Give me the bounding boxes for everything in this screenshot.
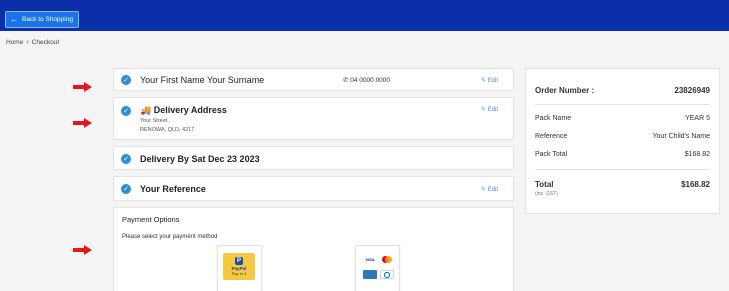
pack-total-value: $168.82 xyxy=(684,151,710,158)
reference-value: Your Child's Name xyxy=(652,133,711,140)
phone-number: ✆ 04 0000 0000 xyxy=(343,76,390,84)
edit-address-link[interactable]: ✎ Edit xyxy=(481,106,498,113)
address-street: Your Street , xyxy=(140,118,171,124)
red-arrow-icon xyxy=(73,82,93,92)
pencil-icon: ✎ xyxy=(481,107,487,113)
check-circle-icon: ✓ xyxy=(121,75,131,85)
phone-icon: ✆ xyxy=(343,77,349,84)
delivery-date-card: ✓ Delivery By Sat Dec 23 2023 xyxy=(113,146,514,170)
breadcrumb-current: Checkout xyxy=(31,39,60,46)
contact-card: ✓ Your First Name Your Surname ✆ 04 0000… xyxy=(113,68,514,91)
chevron-right-icon: › xyxy=(26,39,29,46)
pack-total-label: Pack Total xyxy=(535,151,568,158)
total-value: $168.82 xyxy=(681,180,710,189)
payment-options-card: Payment Options Please select your payme… xyxy=(113,207,514,291)
paypal-option[interactable]: P PayPal Pay in 4 xyxy=(217,245,262,291)
payment-options-title: Payment Options xyxy=(122,215,180,224)
reference-card: ✓ Your Reference ✎ Edit xyxy=(113,176,514,201)
arrow-left-icon: ← xyxy=(10,15,18,24)
diners-icon xyxy=(380,270,394,279)
order-summary-card: Order Number : 23826949 Pack Name YEAR 5… xyxy=(525,68,720,214)
top-bar: ← Back to Shopping xyxy=(0,0,729,31)
delivery-date-title: Delivery By Sat Dec 23 2023 xyxy=(140,154,260,164)
customer-name: Your First Name Your Surname xyxy=(140,75,265,85)
breadcrumb: Home › Checkout xyxy=(6,39,59,46)
order-number-label: Order Number : xyxy=(535,86,595,95)
delivery-address-card: ✓ 🚚 Delivery Address Your Street , RENOW… xyxy=(113,97,514,140)
back-to-shopping-button[interactable]: ← Back to Shopping xyxy=(5,11,79,28)
reference-label: Reference xyxy=(535,133,568,140)
check-circle-icon: ✓ xyxy=(121,106,131,116)
paypal-logo: P PayPal Pay in 4 xyxy=(223,253,255,280)
edit-label: Edit xyxy=(487,107,499,113)
reference-title: Your Reference xyxy=(140,184,206,194)
order-number-value: 23826949 xyxy=(674,86,710,95)
divider xyxy=(535,169,710,170)
visa-icon: VISA xyxy=(363,255,377,264)
delivery-address-label: Delivery Address xyxy=(153,105,227,115)
amex-icon xyxy=(363,270,377,279)
pencil-icon: ✎ xyxy=(481,78,487,84)
edit-label: Edit xyxy=(487,187,499,193)
paypal-sub: Pay in 4 xyxy=(231,271,247,276)
delivery-address-title: 🚚 Delivery Address xyxy=(140,105,227,116)
divider xyxy=(535,104,710,105)
card-payment-option[interactable]: VISA xyxy=(355,245,400,291)
mastercard-icon xyxy=(380,255,394,264)
pack-name-value: YEAR 5 xyxy=(685,115,710,122)
check-circle-icon: ✓ xyxy=(121,184,131,194)
pack-name-label: Pack Name xyxy=(535,115,572,122)
check-circle-icon: ✓ xyxy=(121,154,131,164)
phone-value: 04 0000 0000 xyxy=(350,77,391,84)
address-city: RENOWA, QLD, 4217 xyxy=(140,127,195,133)
edit-reference-link[interactable]: ✎ Edit xyxy=(481,186,498,193)
breadcrumb-home[interactable]: Home xyxy=(6,39,23,46)
red-arrow-icon xyxy=(73,118,93,128)
red-arrow-icon xyxy=(73,245,93,255)
total-gst-note: (inc. GST) xyxy=(535,191,558,197)
truck-icon: 🚚 xyxy=(140,105,152,115)
total-label: Total xyxy=(535,180,554,189)
pencil-icon: ✎ xyxy=(481,187,487,193)
payment-prompt: Please select your payment method xyxy=(122,234,218,240)
back-button-label: Back to Shopping xyxy=(22,16,73,23)
edit-label: Edit xyxy=(487,78,499,84)
edit-contact-link[interactable]: ✎ Edit xyxy=(481,77,498,84)
